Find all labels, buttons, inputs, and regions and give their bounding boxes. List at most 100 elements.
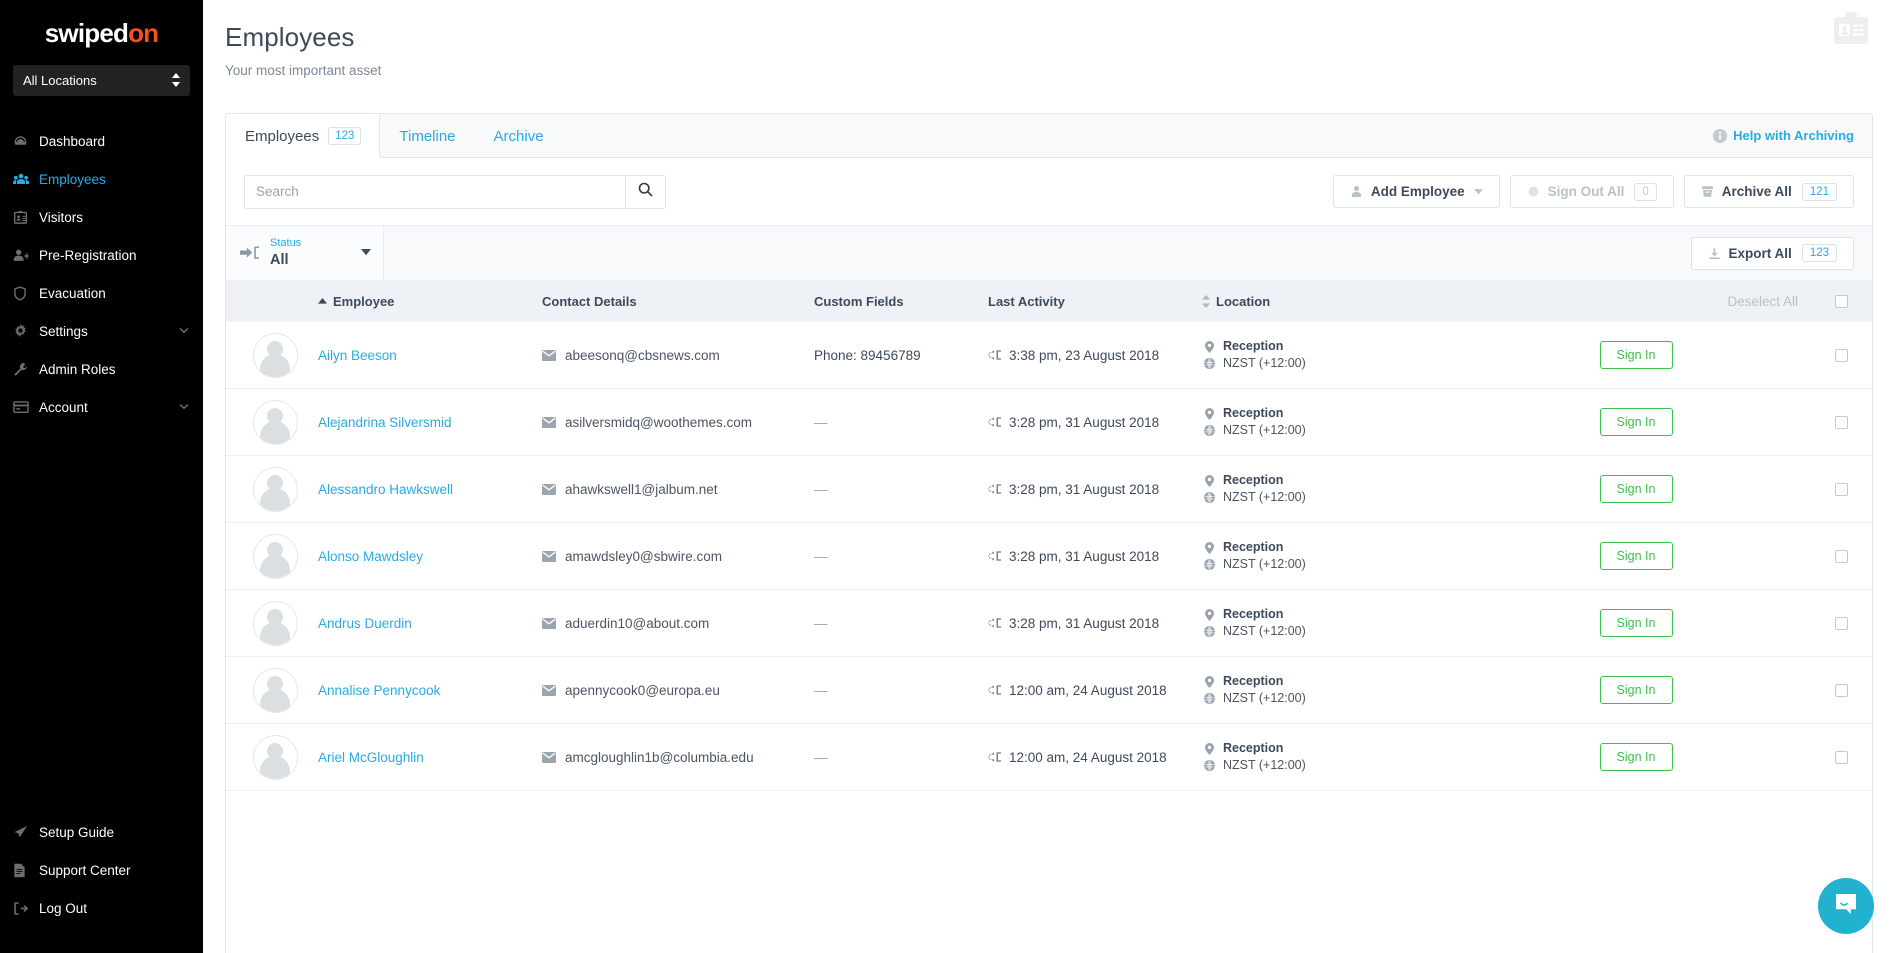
sidebar-item-visitors[interactable]: Visitors — [0, 198, 203, 236]
sign-out-all-button[interactable]: Sign Out All 0 — [1510, 175, 1674, 208]
column-header-location[interactable]: Location — [1202, 294, 1462, 309]
location-name: Reception — [1223, 606, 1283, 623]
sidebar-item-support-center[interactable]: Support Center — [0, 851, 203, 889]
status-filter[interactable]: Status All — [226, 226, 384, 280]
last-activity-cell: 3:28 pm, 31 August 2018 — [988, 482, 1202, 497]
export-all-button[interactable]: Export All 123 — [1691, 237, 1854, 270]
filter-bar-right: Export All 123 — [384, 226, 1872, 280]
row-checkbox[interactable] — [1835, 483, 1848, 496]
row-checkbox[interactable] — [1835, 684, 1848, 697]
sign-in-button[interactable]: Sign In — [1600, 542, 1673, 570]
sidebar-item-setup-guide[interactable]: Setup Guide — [0, 813, 203, 851]
sidebar-item-log-out[interactable]: Log Out — [0, 889, 203, 927]
table-row[interactable]: Ariel McGloughlinamcgloughlin1b@columbia… — [226, 724, 1872, 791]
employee-name-link[interactable]: Andrus Duerdin — [318, 616, 412, 631]
rocket-icon — [13, 825, 39, 840]
search-button[interactable] — [625, 176, 665, 208]
sign-in-button[interactable]: Sign In — [1600, 743, 1673, 771]
sign-in-button[interactable]: Sign In — [1600, 341, 1673, 369]
archive-all-count: 121 — [1802, 183, 1837, 201]
employee-name-link[interactable]: Alonso Mawdsley — [318, 549, 423, 564]
employee-email-text: ahawkswell1@jalbum.net — [565, 482, 718, 497]
employee-name-cell: Ailyn Beeson — [318, 348, 542, 363]
row-checkbox[interactable] — [1835, 617, 1848, 630]
location-selector[interactable]: All Locations — [13, 65, 190, 96]
tab-timeline[interactable]: Timeline — [380, 114, 474, 158]
table-row[interactable]: Annalise Pennycookapennycook0@europa.eu—… — [226, 657, 1872, 724]
employee-name-cell: Andrus Duerdin — [318, 616, 542, 631]
select-all-checkbox[interactable] — [1835, 295, 1848, 308]
user-icon — [1350, 185, 1363, 198]
sidebar-item-pre-registration[interactable]: Pre-Registration — [0, 236, 203, 274]
export-all-count: 123 — [1802, 244, 1837, 262]
contact-details-cell: abeesonq@cbsnews.com — [542, 348, 814, 363]
map-pin-icon — [1202, 341, 1217, 353]
column-header-label: Employee — [333, 294, 394, 309]
map-pin-icon — [1202, 408, 1217, 420]
employee-name-link[interactable]: Ailyn Beeson — [318, 348, 397, 363]
sidebar-item-dashboard[interactable]: Dashboard — [0, 122, 203, 160]
search-input[interactable] — [245, 176, 625, 208]
sidebar-item-admin-roles[interactable]: Admin Roles — [0, 350, 203, 388]
add-employee-button[interactable]: Add Employee — [1333, 175, 1500, 208]
mail-icon — [542, 551, 556, 562]
chevron-down-icon — [179, 326, 189, 337]
intercom-chat-button[interactable] — [1818, 878, 1874, 934]
table-row[interactable]: Alonso Mawdsleyamawdsley0@sbwire.com—3:2… — [226, 523, 1872, 590]
employee-name-link[interactable]: Alessandro Hawkswell — [318, 482, 453, 497]
employee-name-cell: Annalise Pennycook — [318, 683, 542, 698]
column-header-label: Last Activity — [988, 294, 1065, 309]
row-checkbox[interactable] — [1835, 751, 1848, 764]
mail-icon — [542, 685, 556, 696]
row-checkbox[interactable] — [1835, 550, 1848, 563]
sign-in-button[interactable]: Sign In — [1600, 475, 1673, 503]
column-header-custom-fields[interactable]: Custom Fields — [814, 294, 988, 309]
employee-name-link[interactable]: Alejandrina Silversmid — [318, 415, 452, 430]
archive-all-button[interactable]: Archive All 121 — [1684, 175, 1854, 208]
sidebar-item-label: Account — [39, 400, 179, 415]
employee-name-link[interactable]: Annalise Pennycook — [318, 683, 440, 698]
sign-in-button[interactable]: Sign In — [1600, 408, 1673, 436]
column-header-last-activity[interactable]: Last Activity — [988, 294, 1202, 309]
action-cell: Sign In — [1462, 341, 1810, 369]
avatar — [253, 601, 298, 646]
avatar — [253, 735, 298, 780]
sidebar-item-settings[interactable]: Settings — [0, 312, 203, 350]
table-row[interactable]: Ailyn Beesonabeesonq@cbsnews.comPhone: 8… — [226, 322, 1872, 389]
help-with-archiving-link[interactable]: Help with Archiving — [1713, 114, 1872, 157]
row-checkbox[interactable] — [1835, 416, 1848, 429]
tab-archive[interactable]: Archive — [475, 114, 563, 158]
card-icon — [13, 400, 39, 414]
last-activity-cell: 12:00 am, 24 August 2018 — [988, 683, 1202, 698]
row-checkbox-cell — [1810, 684, 1872, 697]
avatar-cell — [226, 534, 318, 579]
deselect-all-button[interactable]: Deselect All — [1462, 294, 1810, 309]
location-name-line: Reception — [1202, 539, 1462, 556]
last-activity-text: 3:28 pm, 31 August 2018 — [1009, 616, 1159, 631]
table-row[interactable]: Alessandro Hawkswell ahawkswell1@jalbum.n… — [226, 456, 1872, 523]
sidebar-item-account[interactable]: Account — [0, 388, 203, 426]
globe-icon — [1202, 559, 1217, 570]
row-checkbox[interactable] — [1835, 349, 1848, 362]
table-row[interactable]: Andrus Duerdinaduerdin10@about.com—3:28 … — [226, 590, 1872, 657]
signin-arrow-icon — [988, 751, 1001, 763]
signin-arrow-icon — [988, 483, 1001, 495]
employee-name-link[interactable]: Ariel McGloughlin — [318, 750, 424, 765]
employee-email-text: apennycook0@europa.eu — [565, 683, 720, 698]
last-activity-text: 12:00 am, 24 August 2018 — [1009, 683, 1167, 698]
tab-count-badge: 123 — [328, 127, 361, 146]
column-header-employee[interactable]: Employee — [318, 294, 542, 309]
sidebar-item-employees[interactable]: Employees — [0, 160, 203, 198]
tab-employees[interactable]: Employees 123 — [226, 114, 380, 158]
map-pin-icon — [1202, 676, 1217, 688]
location-cell: ReceptionNZST (+12:00) — [1202, 606, 1462, 640]
column-header-contact-details[interactable]: Contact Details — [542, 294, 814, 309]
table-row[interactable]: Alejandrina Silversmidasilversmidq@wooth… — [226, 389, 1872, 456]
sign-in-button[interactable]: Sign In — [1600, 609, 1673, 637]
sidebar-item-label: Employees — [39, 172, 189, 187]
signin-arrow-icon — [988, 416, 1001, 428]
column-header-label: Location — [1216, 294, 1270, 309]
sidebar-item-evacuation[interactable]: Evacuation — [0, 274, 203, 312]
action-cell: Sign In — [1462, 609, 1810, 637]
sign-in-button[interactable]: Sign In — [1600, 676, 1673, 704]
